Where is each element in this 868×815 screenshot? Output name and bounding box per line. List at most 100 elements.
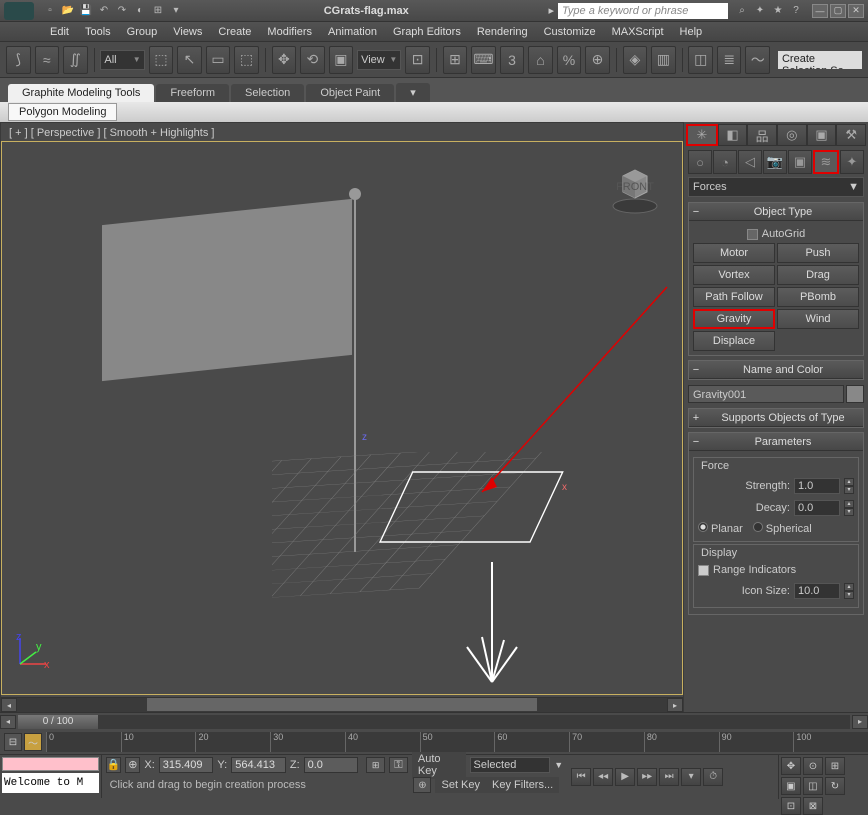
- help-icon[interactable]: ?: [788, 3, 804, 19]
- pathfollow-button[interactable]: Path Follow: [693, 287, 775, 307]
- link-icon[interactable]: ◐: [132, 3, 148, 19]
- zoom-all-icon[interactable]: ⊞: [825, 757, 845, 775]
- isolate-icon[interactable]: ⊕: [125, 757, 140, 773]
- align-icon[interactable]: ◫: [688, 46, 713, 74]
- icon-size-spinner[interactable]: ▴▾: [844, 583, 854, 599]
- new-icon[interactable]: ▫: [42, 3, 58, 19]
- walk-icon[interactable]: ⊠: [803, 797, 823, 815]
- collapse-icon[interactable]: −: [689, 436, 703, 448]
- cameras-icon[interactable]: 📷: [763, 150, 787, 174]
- key-icon[interactable]: ⚿: [389, 757, 408, 773]
- help-search-icon[interactable]: ⌕: [734, 3, 750, 19]
- search-input[interactable]: Type a keyword or phrase: [558, 3, 728, 19]
- percent-snap-icon[interactable]: %: [557, 46, 582, 74]
- keyboard-icon[interactable]: ⌨: [471, 46, 496, 74]
- named-selection-input[interactable]: Create Selection Se: [778, 51, 862, 69]
- z-input[interactable]: 0.0: [304, 757, 359, 773]
- lock-icon[interactable]: 🔒: [106, 757, 122, 773]
- fov-icon[interactable]: ▣: [781, 777, 801, 795]
- utilities-panel-icon[interactable]: ⚒: [836, 124, 866, 146]
- save-icon[interactable]: 💾: [78, 3, 94, 19]
- wind-button[interactable]: Wind: [777, 309, 859, 329]
- viewport-canvas[interactable]: z x FRONT x z y: [1, 141, 683, 695]
- prev-frame-icon[interactable]: ◂◂: [593, 768, 613, 786]
- named-sel-icon[interactable]: ◈: [623, 46, 648, 74]
- menu-tools[interactable]: Tools: [85, 26, 111, 38]
- snap-icon[interactable]: 3: [500, 46, 525, 74]
- next-frame-icon[interactable]: ▸▸: [637, 768, 657, 786]
- redo-icon[interactable]: ↷: [114, 3, 130, 19]
- arrow-icon[interactable]: ▸: [548, 4, 554, 17]
- collapse-icon[interactable]: −: [689, 364, 703, 376]
- create-panel-icon[interactable]: ✳: [686, 124, 718, 146]
- menu-edit[interactable]: Edit: [50, 26, 69, 38]
- trackbar-curve-icon[interactable]: 〜: [24, 733, 42, 751]
- maximize-vp-icon[interactable]: ⊡: [781, 797, 801, 815]
- select-rect-icon[interactable]: ▭: [206, 46, 231, 74]
- project-icon[interactable]: ⊞: [150, 3, 166, 19]
- tab-freeform[interactable]: Freeform: [156, 84, 229, 102]
- script-output[interactable]: Welcome to M: [2, 773, 99, 793]
- time-slider[interactable]: ◂ 0 / 100 ▸: [0, 712, 868, 730]
- curve-editor-icon[interactable]: 〜: [745, 46, 770, 74]
- angle-snap-icon[interactable]: ⌂: [528, 46, 553, 74]
- key-mode-icon[interactable]: ▾: [681, 768, 701, 786]
- drag-button[interactable]: Drag: [777, 265, 859, 285]
- undo-icon[interactable]: ↶: [96, 3, 112, 19]
- axis-gizmo-icon[interactable]: x z y: [14, 634, 50, 670]
- manipulate-icon[interactable]: ⊞: [443, 46, 468, 74]
- pbomb-button[interactable]: PBomb: [777, 287, 859, 307]
- menu-help[interactable]: Help: [680, 26, 703, 38]
- lights-icon[interactable]: ◁: [738, 150, 762, 174]
- window-cross-icon[interactable]: ⬚: [234, 46, 259, 74]
- object-color-swatch[interactable]: [846, 385, 864, 403]
- geometry-icon[interactable]: ○: [688, 150, 712, 174]
- select-object-icon[interactable]: ⬚: [149, 46, 174, 74]
- subtab-polygon-modeling[interactable]: Polygon Modeling: [8, 103, 117, 121]
- menu-modifiers[interactable]: Modifiers: [267, 26, 312, 38]
- close-icon[interactable]: ✕: [848, 4, 864, 18]
- zoom-extents-icon[interactable]: ◫: [803, 777, 823, 795]
- flag-mesh[interactable]: [102, 199, 352, 381]
- favorites-icon[interactable]: ★: [770, 3, 786, 19]
- add-time-tag-icon[interactable]: ⊕: [413, 777, 431, 793]
- play-icon[interactable]: ▶: [615, 768, 635, 786]
- tab-expand-icon[interactable]: ▾: [396, 83, 430, 102]
- mirror-icon[interactable]: ▥: [651, 46, 676, 74]
- key-mode-dropdown[interactable]: Selected: [470, 757, 551, 773]
- time-config-icon[interactable]: ⏱: [703, 768, 723, 786]
- modify-panel-icon[interactable]: ◧: [718, 124, 748, 146]
- vortex-button[interactable]: Vortex: [693, 265, 775, 285]
- tab-graphite[interactable]: Graphite Modeling Tools: [8, 84, 154, 102]
- menu-maxscript[interactable]: MAXScript: [612, 26, 664, 38]
- scale-icon[interactable]: ▣: [329, 46, 354, 74]
- planar-radio[interactable]: Planar: [698, 522, 743, 535]
- strength-spinner[interactable]: ▴▾: [844, 478, 854, 494]
- pivot-icon[interactable]: ⊡: [405, 46, 430, 74]
- decay-spinner[interactable]: ▴▾: [844, 500, 854, 516]
- motion-panel-icon[interactable]: ◎: [777, 124, 807, 146]
- helpers-icon[interactable]: ▣: [788, 150, 812, 174]
- scroll-left-icon[interactable]: ◂: [1, 698, 17, 712]
- select-name-icon[interactable]: ↖: [177, 46, 202, 74]
- icon-size-input[interactable]: 10.0: [794, 583, 840, 599]
- layers-icon[interactable]: ≣: [717, 46, 742, 74]
- spherical-radio[interactable]: Spherical: [753, 522, 812, 535]
- strength-input[interactable]: 1.0: [794, 478, 840, 494]
- expand-icon[interactable]: +: [689, 412, 703, 424]
- viewcube-icon[interactable]: FRONT: [608, 162, 662, 216]
- menu-group[interactable]: Group: [127, 26, 158, 38]
- category-dropdown[interactable]: Forces▼: [688, 177, 864, 197]
- spinner-snap-icon[interactable]: ⊕: [585, 46, 610, 74]
- selection-filter-dropdown[interactable]: All▼: [100, 50, 144, 70]
- select-link-icon[interactable]: ⟆: [6, 46, 31, 74]
- keyfilters-button[interactable]: Key Filters...: [486, 777, 559, 793]
- viewport[interactable]: [ + ] [ Perspective ] [ Smooth + Highlig…: [0, 122, 684, 712]
- hierarchy-panel-icon[interactable]: 品: [747, 124, 777, 146]
- minimize-icon[interactable]: —: [812, 4, 828, 18]
- gravity-button[interactable]: Gravity: [693, 309, 775, 329]
- move-icon[interactable]: ✥: [272, 46, 297, 74]
- time-ruler[interactable]: 0102030405060708090100: [46, 732, 868, 752]
- tab-selection[interactable]: Selection: [231, 84, 304, 102]
- maximize-icon[interactable]: ▢: [830, 4, 846, 18]
